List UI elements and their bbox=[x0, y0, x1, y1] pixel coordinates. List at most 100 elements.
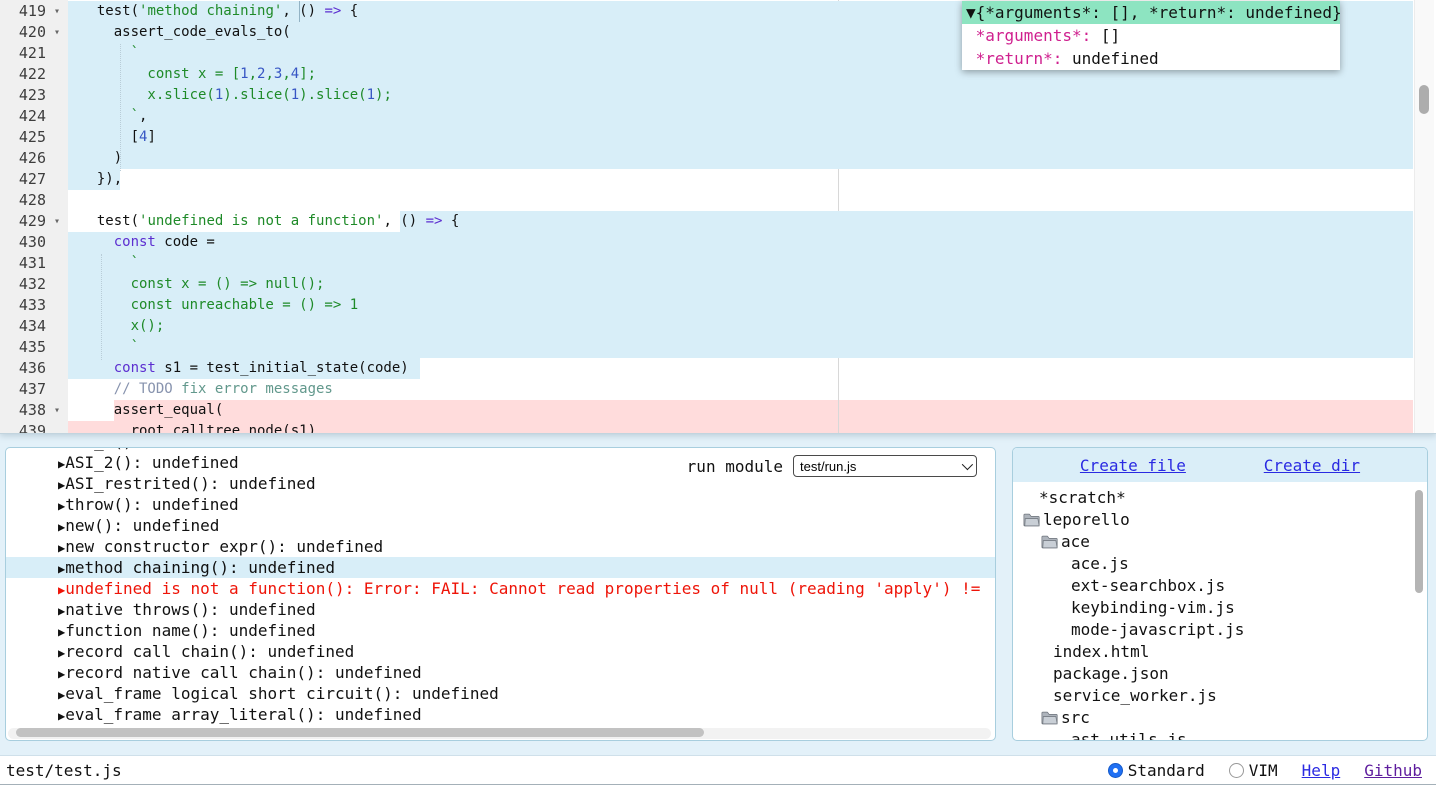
code-token: 1 bbox=[367, 87, 375, 103]
code-token: }), bbox=[80, 171, 122, 187]
test-result-item[interactable]: ▶eval_frame array_literal(): undefined bbox=[6, 704, 995, 725]
file-name: ace.js bbox=[1071, 554, 1129, 573]
test-result-item[interactable]: ▶method chaining(): undefined bbox=[6, 557, 995, 578]
code-line-431[interactable]: ` bbox=[68, 253, 1413, 274]
results-hscrollbar-track[interactable] bbox=[8, 728, 991, 739]
gutter-spacer bbox=[46, 85, 68, 106]
gutter-line: 421 bbox=[0, 43, 68, 64]
gutter-spacer bbox=[46, 169, 68, 190]
code-line-432[interactable]: const x = () => null(); bbox=[68, 274, 1413, 295]
gutter-spacer bbox=[46, 148, 68, 169]
test-result-label: ASI_2(): undefined bbox=[65, 453, 238, 472]
test-result-label: throw(): undefined bbox=[65, 495, 238, 514]
line-number: 423 bbox=[0, 85, 46, 106]
code-token: 1 bbox=[240, 66, 248, 82]
code-line-434[interactable]: x(); bbox=[68, 316, 1413, 337]
code-line-438[interactable]: assert_equal( bbox=[68, 400, 1413, 421]
line-number: 432 bbox=[0, 274, 46, 295]
keybinding-standard-option[interactable]: Standard bbox=[1108, 761, 1205, 780]
tree-folder-item[interactable]: src bbox=[1013, 707, 1427, 729]
code-line-430[interactable]: const code = bbox=[68, 232, 1413, 253]
test-result-item[interactable]: ▶undefined is not a function(): Error: F… bbox=[6, 578, 995, 599]
test-result-item[interactable]: ▶record call chain(): undefined bbox=[6, 641, 995, 662]
line-number: 421 bbox=[0, 43, 46, 64]
test-result-label: eval_frame array_literal(): undefined bbox=[65, 705, 421, 724]
code-line-439[interactable]: root_calltree_node(s1) bbox=[68, 421, 1413, 434]
test-result-label: new constructor expr(): undefined bbox=[65, 537, 383, 556]
gutter-line: 429▾ bbox=[0, 211, 68, 232]
tooltip-summary-row[interactable]: ▼{*arguments*: [], *return*: undefined} bbox=[962, 1, 1340, 24]
code-line-433[interactable]: const unreachable = () => 1 bbox=[68, 295, 1413, 316]
gutter-line: 430 bbox=[0, 232, 68, 253]
tree-file-item[interactable]: package.json bbox=[1013, 663, 1427, 685]
code-line-437[interactable]: // TODO fix error messages bbox=[68, 379, 1413, 400]
code-line-436[interactable]: const s1 = test_initial_state(code) bbox=[68, 358, 1413, 379]
code-token: , bbox=[282, 66, 290, 82]
code-line-426[interactable]: ) bbox=[68, 148, 1413, 169]
line-number: 425 bbox=[0, 127, 46, 148]
editor-scrollbar-track[interactable] bbox=[1414, 0, 1434, 433]
gutter-line: 434 bbox=[0, 316, 68, 337]
line-number: 429 bbox=[0, 211, 46, 232]
tree-folder-item[interactable]: ace bbox=[1013, 531, 1427, 553]
test-result-item[interactable]: ▶record native call chain(): undefined bbox=[6, 662, 995, 683]
test-results-list: ▶ASI_1(): undefined▶ASI_2(): undefined▶A… bbox=[6, 447, 995, 725]
tree-file-item[interactable]: ext-searchbox.js bbox=[1013, 575, 1427, 597]
test-result-label: ASI_1(): undefined bbox=[65, 447, 238, 451]
radio-selected-icon[interactable] bbox=[1108, 763, 1123, 778]
code-line-425[interactable]: [4] bbox=[68, 127, 1413, 148]
code-line-427[interactable]: }), bbox=[68, 169, 1413, 190]
run-module-selected-value: test/run.js bbox=[800, 459, 856, 474]
code-line-428[interactable] bbox=[68, 190, 1413, 211]
code-line-text: const unreachable = () => 1 bbox=[80, 295, 358, 316]
code-token: assert_code_evals_to( bbox=[80, 24, 291, 40]
fold-arrow-icon[interactable]: ▾ bbox=[46, 400, 68, 421]
folder-icon bbox=[1041, 708, 1061, 727]
create-dir-link[interactable]: Create dir bbox=[1264, 456, 1360, 475]
help-link[interactable]: Help bbox=[1302, 761, 1341, 780]
code-token: ]; bbox=[299, 66, 316, 82]
code-token: ` bbox=[80, 339, 139, 355]
tree-file-item[interactable]: service_worker.js bbox=[1013, 685, 1427, 707]
tree-file-item[interactable]: *scratch* bbox=[1013, 487, 1427, 509]
tooltip-text bbox=[966, 49, 976, 68]
line-number: 433 bbox=[0, 295, 46, 316]
code-token: , () bbox=[383, 213, 425, 229]
test-result-item[interactable]: ▶new constructor expr(): undefined bbox=[6, 536, 995, 557]
file-name: mode-javascript.js bbox=[1071, 620, 1244, 639]
code-line-435[interactable]: ` bbox=[68, 337, 1413, 358]
line-number: 422 bbox=[0, 64, 46, 85]
gutter-spacer bbox=[46, 190, 68, 211]
test-result-item[interactable]: ▶eval_frame logical short circuit(): und… bbox=[6, 683, 995, 704]
results-hscrollbar-thumb[interactable] bbox=[16, 728, 704, 737]
test-result-item[interactable]: ▶new(): undefined bbox=[6, 515, 995, 536]
tooltip-text: undefined bbox=[1062, 49, 1158, 68]
tree-file-item[interactable]: ast_utils.js bbox=[1013, 729, 1427, 741]
tree-file-item[interactable]: ace.js bbox=[1013, 553, 1427, 575]
test-result-item[interactable]: ▶function name(): undefined bbox=[6, 620, 995, 641]
github-link[interactable]: Github bbox=[1364, 761, 1422, 780]
radio-unselected-icon[interactable] bbox=[1229, 763, 1244, 778]
fold-arrow-icon[interactable]: ▾ bbox=[46, 1, 68, 22]
fold-arrow-icon[interactable]: ▾ bbox=[46, 22, 68, 43]
keybinding-vim-option[interactable]: VIM bbox=[1229, 761, 1278, 780]
fold-arrow-icon[interactable]: ▾ bbox=[46, 211, 68, 232]
code-token: ) bbox=[80, 150, 122, 166]
tree-file-item[interactable]: keybinding-vim.js bbox=[1013, 597, 1427, 619]
create-file-link[interactable]: Create file bbox=[1080, 456, 1186, 475]
code-line-423[interactable]: x.slice(1).slice(1).slice(1); bbox=[68, 85, 1413, 106]
test-result-label: method chaining(): undefined bbox=[65, 558, 335, 577]
editor-scrollbar-thumb[interactable] bbox=[1419, 85, 1429, 114]
files-scrollbar-thumb[interactable] bbox=[1415, 490, 1423, 593]
tree-file-item[interactable]: index.html bbox=[1013, 641, 1427, 663]
tree-file-item[interactable]: mode-javascript.js bbox=[1013, 619, 1427, 641]
chevron-down-icon bbox=[962, 459, 973, 470]
test-result-item[interactable]: ▶throw(): undefined bbox=[6, 494, 995, 515]
run-module-select[interactable]: test/run.js bbox=[793, 455, 977, 477]
run-module-label: run module bbox=[687, 457, 783, 476]
file-name: service_worker.js bbox=[1053, 686, 1217, 705]
tree-folder-item[interactable]: leporello bbox=[1013, 509, 1427, 531]
code-line-429[interactable]: test('undefined is not a function', () =… bbox=[68, 211, 1413, 232]
code-line-424[interactable]: `, bbox=[68, 106, 1413, 127]
test-result-item[interactable]: ▶native throws(): undefined bbox=[6, 599, 995, 620]
